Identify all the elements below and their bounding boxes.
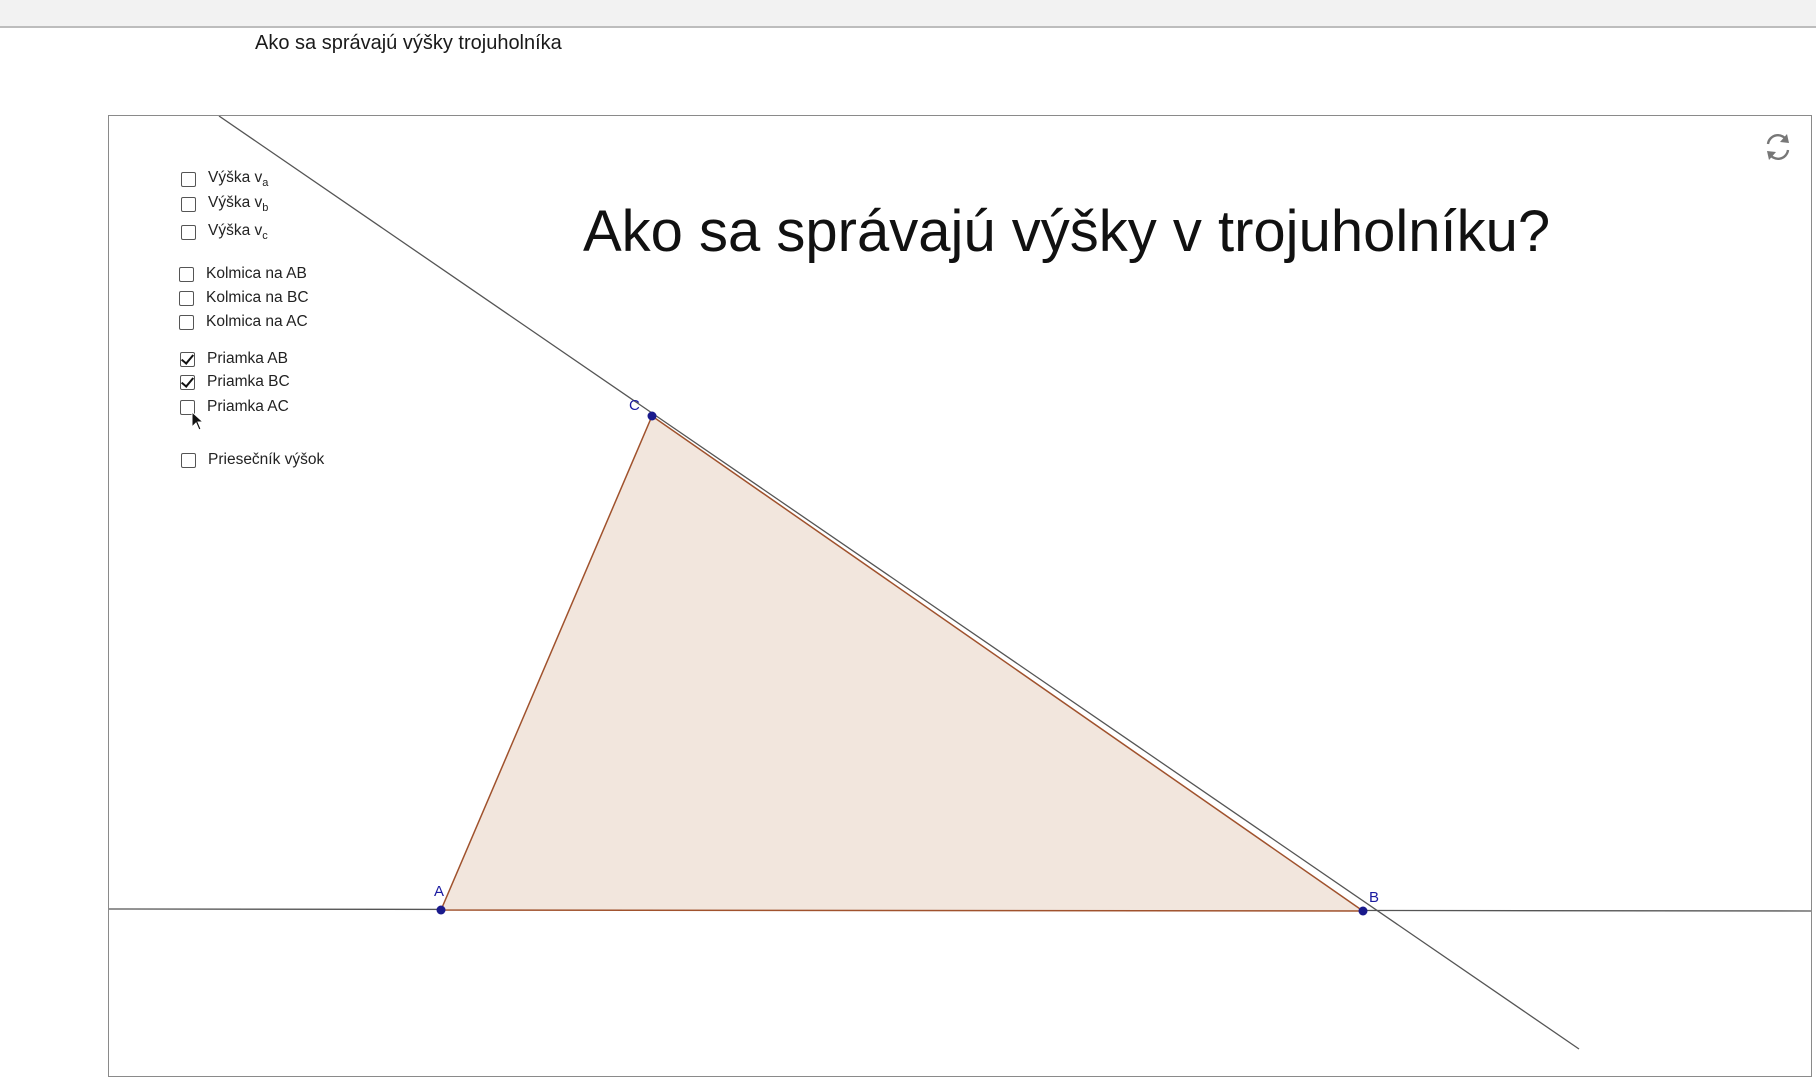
browser-top-bar	[0, 0, 1816, 28]
checkbox-label: Kolmica na AB	[206, 265, 307, 282]
applet-heading: Ako sa správajú výšky v trojuholníku?	[583, 199, 1551, 264]
point-a[interactable]	[436, 905, 446, 915]
checkbox-box[interactable]	[179, 266, 194, 282]
checkbox-label-text: Výška v	[208, 194, 263, 211]
mouse-cursor-icon	[191, 411, 205, 431]
checkbox-kolmica-ab[interactable]: Kolmica na AB	[179, 265, 307, 283]
checkbox-label-sub: a	[262, 177, 269, 190]
checkbox-box[interactable]	[181, 171, 196, 187]
checkbox-label: Výška vc	[208, 222, 268, 242]
page-title: Ako sa správajú výšky trojuholníka	[255, 32, 562, 54]
point-c-label: C	[629, 397, 640, 414]
checkbox-box[interactable]	[181, 224, 196, 240]
refresh-icon[interactable]	[1761, 130, 1795, 164]
checkbox-label: Priamka BC	[207, 373, 290, 390]
checkbox-vyska-vb[interactable]: Výška vb	[181, 194, 268, 214]
point-b[interactable]	[1358, 906, 1368, 916]
checkbox-kolmica-ac[interactable]: Kolmica na AC	[179, 313, 308, 331]
checkbox-label-text: Výška v	[208, 222, 263, 239]
checkbox-box[interactable]	[179, 290, 194, 306]
point-c[interactable]	[647, 411, 657, 421]
checkbox-box[interactable]	[180, 351, 195, 367]
checkbox-priamka-ab[interactable]: Priamka AB	[180, 350, 288, 368]
checkbox-priamka-bc[interactable]: Priamka BC	[180, 373, 290, 391]
triangle-abc[interactable]	[439, 414, 1366, 912]
geogebra-applet[interactable]: A B C Ako sa správajú výšky v trojuholní…	[108, 115, 1812, 1077]
checkbox-vyska-va[interactable]: Výška va	[181, 169, 268, 189]
checkbox-label: Výška vb	[208, 194, 268, 214]
checkbox-vyska-vc[interactable]: Výška vc	[181, 222, 268, 242]
checkbox-label-sub: c	[262, 230, 268, 243]
checkbox-label-sub: b	[262, 202, 269, 215]
point-b-label: B	[1369, 889, 1380, 906]
checkbox-label: Priesečník výšok	[208, 451, 325, 468]
checkbox-label: Výška va	[208, 169, 268, 189]
checkbox-label: Kolmica na BC	[206, 289, 309, 306]
checkbox-box[interactable]	[181, 196, 196, 212]
checkbox-kolmica-bc[interactable]: Kolmica na BC	[179, 289, 309, 307]
checkbox-label: Priamka AC	[207, 398, 289, 415]
checkbox-label: Priamka AB	[207, 350, 288, 367]
checkbox-box[interactable]	[180, 374, 195, 390]
checkbox-label-text: Výška v	[208, 169, 263, 186]
checkbox-box[interactable]	[179, 314, 194, 330]
checkbox-label: Kolmica na AC	[206, 313, 308, 330]
checkbox-priesecnik-vysok[interactable]: Priesečník výšok	[181, 451, 324, 469]
checkbox-box[interactable]	[181, 452, 196, 468]
point-a-label: A	[434, 883, 445, 900]
